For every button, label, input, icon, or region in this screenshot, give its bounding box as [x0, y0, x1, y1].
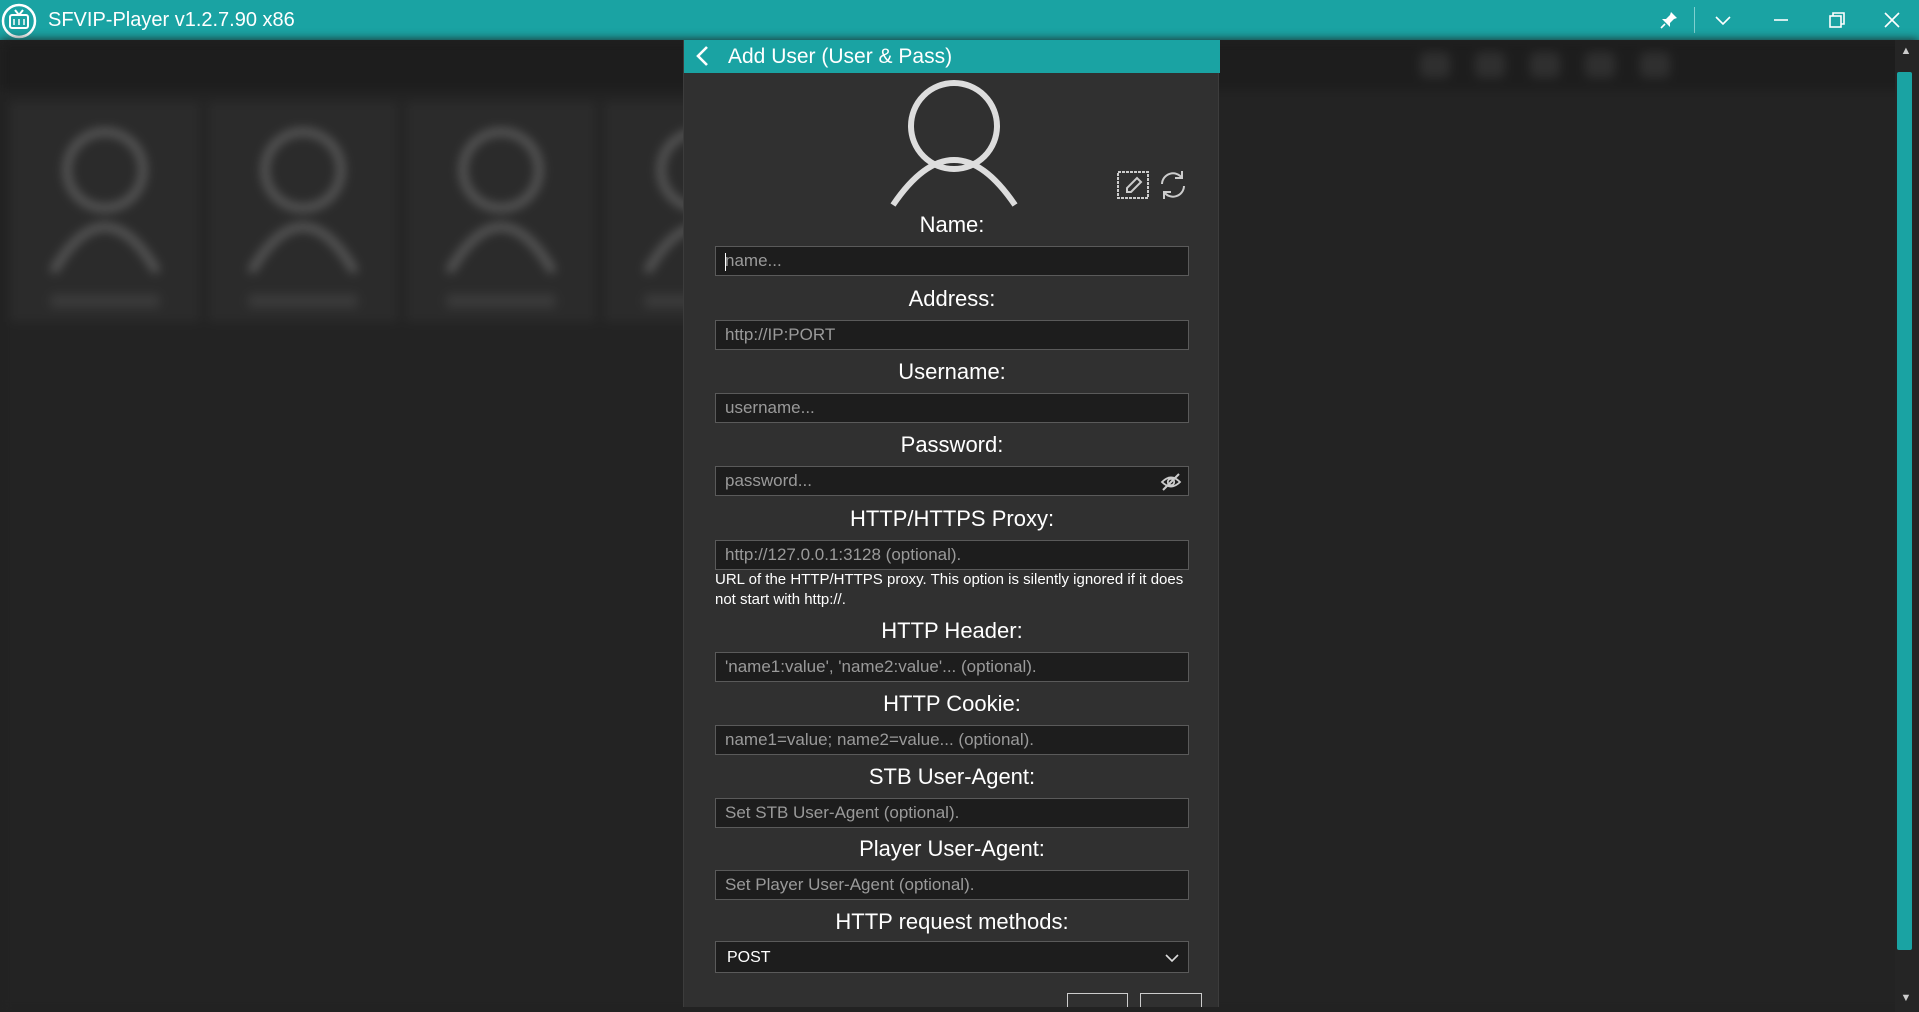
stb-user-agent-field[interactable] — [715, 798, 1189, 828]
background-card-label — [50, 294, 160, 308]
background-toolbar-item — [1475, 52, 1505, 78]
username-label: Username: — [898, 359, 1006, 384]
username-field[interactable] — [715, 393, 1189, 423]
restore-button[interactable] — [1817, 6, 1857, 34]
username-input[interactable] — [716, 394, 1188, 422]
password-field[interactable] — [715, 466, 1189, 496]
name-label: Name: — [919, 212, 985, 237]
close-icon — [1884, 12, 1900, 28]
proxy-label: HTTP/HTTPS Proxy: — [849, 506, 1055, 531]
header-input[interactable] — [716, 653, 1188, 681]
background-toolbar-item — [1585, 52, 1615, 78]
background-toolbar-item — [1530, 52, 1560, 78]
cookie-input[interactable] — [716, 726, 1188, 754]
background-card-label — [446, 294, 556, 308]
dialog-button[interactable] — [1140, 993, 1202, 1007]
background-user-card — [406, 102, 596, 322]
name-input[interactable] — [716, 247, 1188, 275]
address-input[interactable] — [716, 321, 1188, 349]
user-avatar-icon — [49, 128, 161, 275]
background-card-label — [248, 294, 358, 308]
pin-button[interactable] — [1649, 6, 1689, 34]
http-methods-select[interactable]: POST — [715, 941, 1189, 973]
user-avatar-icon — [247, 128, 359, 275]
proxy-hint: URL of the HTTP/HTTPS proxy. This option… — [715, 571, 1184, 608]
header-field[interactable] — [715, 652, 1189, 682]
restore-icon — [1829, 12, 1845, 28]
player-user-agent-field[interactable] — [715, 870, 1189, 900]
cookie-label: HTTP Cookie: — [883, 691, 1021, 716]
proxy-input[interactable] — [716, 541, 1188, 569]
refresh-icon[interactable] — [1156, 168, 1190, 202]
user-avatar-icon — [890, 80, 1018, 207]
edit-image-icon[interactable] — [1116, 168, 1150, 202]
password-input[interactable] — [716, 467, 1188, 495]
panel-header: Add User (User & Pass) — [684, 40, 1220, 73]
back-arrow-icon[interactable] — [692, 44, 716, 68]
scrollbar-thumb[interactable] — [1897, 72, 1912, 950]
http-methods-value: POST — [727, 949, 771, 966]
add-user-panel: Add User (User & Pass) Name: Address: Us… — [683, 40, 1220, 1007]
window-title: SFVIP-Player v1.2.7.90 x86 — [48, 9, 295, 31]
background-toolbar-item — [1640, 52, 1670, 78]
chevron-down-icon — [1715, 16, 1731, 26]
minimize-icon — [1774, 19, 1788, 21]
header-label: HTTP Header: — [881, 618, 1023, 643]
eye-off-icon[interactable] — [1160, 471, 1182, 493]
scroll-down-arrow-icon[interactable]: ▼ — [1899, 992, 1913, 1006]
background-user-card — [10, 102, 200, 322]
minimize-button[interactable] — [1761, 6, 1801, 34]
title-separator — [1694, 7, 1695, 33]
dropdown-button[interactable] — [1703, 6, 1743, 34]
title-bar: SFVIP-Player v1.2.7.90 x86 — [0, 0, 1919, 40]
http-methods-label: HTTP request methods: — [835, 909, 1069, 934]
background-toolbar-item — [1420, 52, 1450, 78]
chevron-down-icon — [1165, 954, 1179, 963]
user-avatar-icon — [445, 128, 557, 275]
name-field[interactable] — [715, 246, 1189, 276]
stb-user-agent-label: STB User-Agent: — [868, 764, 1036, 789]
pin-icon — [1660, 12, 1677, 29]
text-caret — [725, 253, 726, 271]
proxy-field[interactable] — [715, 540, 1189, 570]
scroll-up-arrow-icon[interactable]: ▲ — [1899, 45, 1913, 59]
address-label: Address: — [908, 286, 996, 311]
address-field[interactable] — [715, 320, 1189, 350]
background-user-card — [208, 102, 398, 322]
password-label: Password: — [900, 432, 1004, 457]
cookie-field[interactable] — [715, 725, 1189, 755]
player-user-agent-label: Player User-Agent: — [859, 836, 1045, 861]
dialog-button[interactable] — [1067, 993, 1128, 1007]
close-button[interactable] — [1872, 6, 1912, 34]
panel-title: Add User (User & Pass) — [728, 45, 953, 68]
tv-logo-icon — [1, 3, 37, 39]
stb-user-agent-input[interactable] — [716, 799, 1188, 827]
player-user-agent-input[interactable] — [716, 871, 1188, 899]
